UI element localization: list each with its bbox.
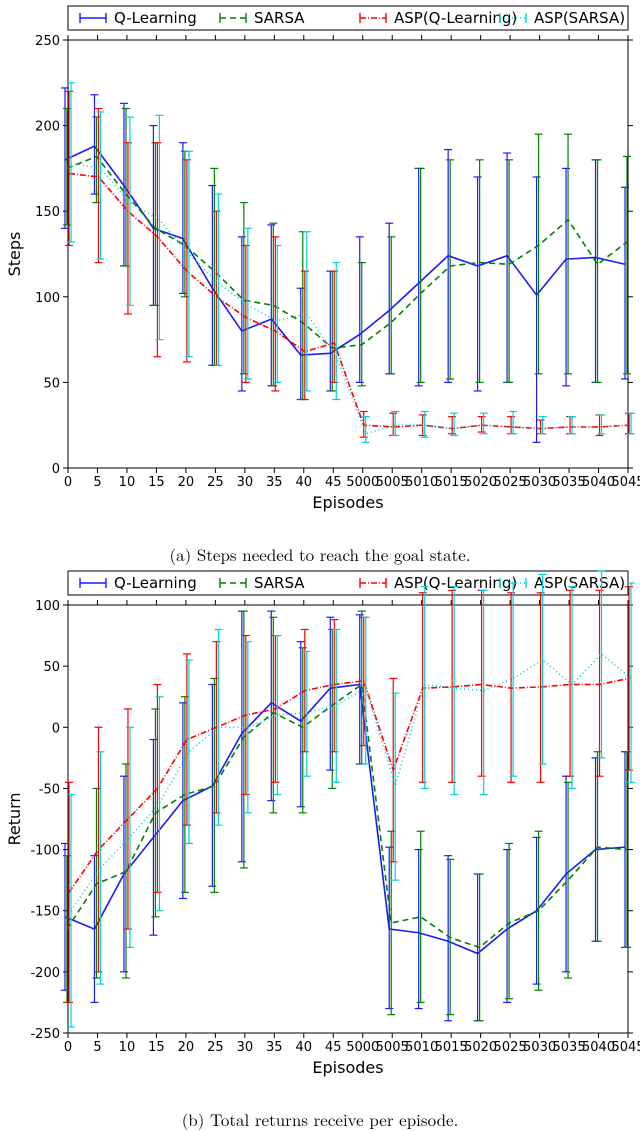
svg-text:0: 0 — [64, 475, 72, 490]
svg-text:Q-Learning: Q-Learning — [114, 9, 197, 27]
svg-text:5035: 5035 — [553, 1040, 586, 1055]
svg-text:5: 5 — [93, 1040, 101, 1055]
svg-text:Steps: Steps — [5, 232, 24, 277]
svg-text:Episodes: Episodes — [312, 1058, 383, 1077]
svg-text:15: 15 — [148, 1040, 165, 1055]
svg-text:40: 40 — [296, 475, 313, 490]
svg-text:15: 15 — [148, 475, 165, 490]
svg-text:SARSA: SARSA — [254, 574, 305, 592]
svg-text:5045: 5045 — [611, 1040, 640, 1055]
svg-text:0: 0 — [52, 721, 60, 736]
svg-text:Return: Return — [5, 792, 24, 845]
svg-text:ASP(Q-Learning): ASP(Q-Learning) — [394, 9, 517, 27]
svg-text:Episodes: Episodes — [312, 493, 383, 512]
svg-text:100: 100 — [35, 599, 60, 614]
svg-text:0: 0 — [52, 462, 60, 477]
svg-text:5020: 5020 — [464, 475, 497, 490]
svg-text:10: 10 — [119, 475, 136, 490]
svg-text:45: 45 — [325, 1040, 342, 1055]
svg-text:5010: 5010 — [405, 1040, 438, 1055]
svg-text:10: 10 — [119, 1040, 136, 1055]
svg-text:Q-Learning: Q-Learning — [114, 574, 197, 592]
svg-text:20: 20 — [178, 475, 195, 490]
svg-text:5015: 5015 — [435, 475, 468, 490]
svg-text:50: 50 — [43, 660, 60, 675]
svg-text:5030: 5030 — [523, 1040, 556, 1055]
caption-b: (b) Total returns receive per episode. — [0, 1107, 640, 1131]
svg-text:-200: -200 — [30, 966, 60, 981]
svg-text:5005: 5005 — [376, 1040, 409, 1055]
svg-text:ASP(SARSA): ASP(SARSA) — [534, 9, 625, 27]
svg-text:-50: -50 — [39, 782, 60, 797]
svg-text:SARSA: SARSA — [254, 9, 305, 27]
svg-text:45: 45 — [325, 475, 342, 490]
svg-text:ASP(SARSA): ASP(SARSA) — [534, 574, 625, 592]
svg-text:100: 100 — [35, 291, 60, 306]
svg-text:30: 30 — [237, 1040, 254, 1055]
svg-text:-100: -100 — [30, 844, 60, 859]
svg-text:5040: 5040 — [582, 475, 615, 490]
chart-steps: Q-Learning SARSA ASP(Q-Learning) ASP(SARSA)… — [0, 0, 640, 563]
svg-text:40: 40 — [296, 1040, 313, 1055]
svg-text:200: 200 — [35, 120, 60, 135]
chart-return: Q-Learning SARSA ASP(Q-Learning) ASP(SARSA)… — [0, 565, 640, 1127]
svg-text:35: 35 — [266, 475, 283, 490]
svg-text:25: 25 — [207, 1040, 224, 1055]
svg-text:5015: 5015 — [435, 1040, 468, 1055]
svg-text:5030: 5030 — [523, 475, 556, 490]
svg-text:5010: 5010 — [405, 475, 438, 490]
svg-text:5025: 5025 — [494, 475, 527, 490]
svg-text:5035: 5035 — [553, 475, 586, 490]
svg-text:25: 25 — [207, 475, 224, 490]
svg-text:30: 30 — [237, 475, 254, 490]
svg-text:-150: -150 — [30, 905, 60, 920]
svg-text:250: 250 — [35, 34, 60, 49]
svg-text:ASP(Q-Learning): ASP(Q-Learning) — [394, 574, 517, 592]
svg-text:5000: 5000 — [346, 1040, 379, 1055]
svg-text:50: 50 — [43, 376, 60, 391]
chart-steps-svg: Q-Learning SARSA ASP(Q-Learning) ASP(SARSA)… — [0, 0, 640, 530]
chart-return-svg: Q-Learning SARSA ASP(Q-Learning) ASP(SARSA)… — [0, 565, 640, 1095]
svg-text:5025: 5025 — [494, 1040, 527, 1055]
svg-text:-250: -250 — [30, 1027, 60, 1042]
svg-text:5005: 5005 — [376, 475, 409, 490]
svg-text:5020: 5020 — [464, 1040, 497, 1055]
svg-text:5040: 5040 — [582, 1040, 615, 1055]
svg-text:35: 35 — [266, 1040, 283, 1055]
svg-text:5045: 5045 — [611, 475, 640, 490]
svg-text:20: 20 — [178, 1040, 195, 1055]
svg-text:150: 150 — [35, 205, 60, 220]
caption-a: (a) Steps needed to reach the goal state… — [0, 542, 640, 566]
svg-text:5: 5 — [93, 475, 101, 490]
figure-page: { "legend": { "q": { "label": "Q-Learnin… — [0, 0, 640, 1127]
svg-text:5000: 5000 — [346, 475, 379, 490]
svg-text:0: 0 — [64, 1040, 72, 1055]
